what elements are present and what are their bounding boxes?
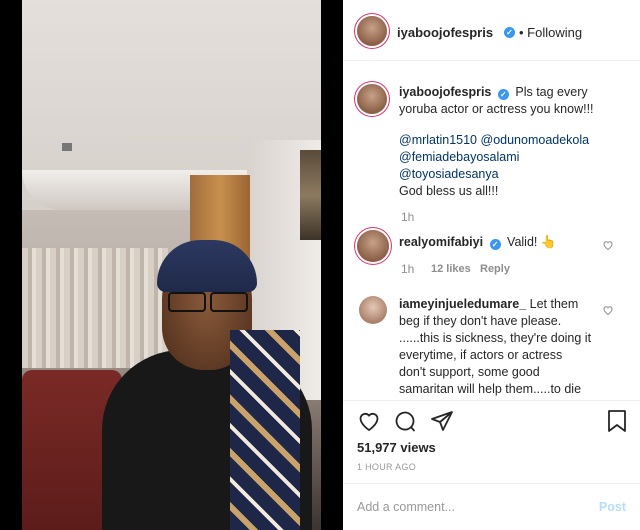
comment-input[interactable]: Add a comment... [357,500,455,514]
commenter-avatar[interactable] [357,230,389,262]
verified-icon: ✓ [497,89,509,100]
comment-text-line: ......this is sickness, they're doing it [399,331,592,345]
caption-line-2: yoruba actor or actress you know!!! [399,102,594,116]
heart-icon[interactable] [357,409,381,433]
post-panel: iyaboojofespris ✓ • Following iyaboojofe… [343,0,640,530]
verified-icon: ✓ [504,27,515,38]
share-icon[interactable] [430,409,454,433]
comment-text-line: Let them [529,297,579,311]
comment-text: Valid! 👆 [507,235,557,249]
following-status[interactable]: • Following [519,25,582,40]
comment-icon[interactable] [393,409,417,433]
ceiling-vent [62,143,72,151]
comment-1: realyomifabiyi ✓ Valid! 👆 [399,234,614,251]
caption-line-1: Pls tag every [515,85,588,99]
comment-text-line: don't support, some good [399,365,540,379]
header-username[interactable]: iyaboojofespris [397,25,493,40]
comment-like-icon[interactable] [602,304,614,316]
bookmark-icon[interactable] [606,409,628,433]
comment-username[interactable]: realyomifabiyi [399,235,483,249]
person [102,240,312,530]
wall-picture [300,150,321,240]
view-count[interactable]: 51,977 views [357,440,436,455]
mention-link[interactable]: @femiadebayosalami [399,150,519,164]
caption-time[interactable]: 1h [401,210,414,224]
header-divider [343,60,640,61]
comment-username[interactable]: iameyinjueledumare_ [399,297,526,311]
mention-link[interactable]: @toyosiadesanya [399,167,499,181]
comment-like-icon[interactable] [602,239,614,251]
caption-mentions: @mrlatin1510 @odunomoadekola @femiadebay… [399,132,634,200]
post-time[interactable]: 1 HOUR AGO [357,462,416,472]
caption-username[interactable]: iyaboojofespris [399,85,491,99]
mention-link[interactable]: @mrlatin1510 [399,133,477,147]
reply-button[interactable]: Reply [480,263,510,275]
caption-closing: God bless us all!!! [399,184,499,198]
comment-time[interactable]: 1h [401,262,414,276]
mention-link[interactable]: @odunomoadekola [481,133,590,147]
post-button[interactable]: Post [599,500,626,514]
commenter-avatar[interactable] [359,296,387,324]
actions-divider [343,400,640,401]
comment-text-line: everytime, if actors or actress [399,348,563,362]
comment-text-line: beg if they don't have please. [399,314,562,328]
comment-likes[interactable]: 12 likes [431,263,471,275]
comment-text-line: samaritan will help them.....to die [399,382,582,396]
post-video[interactable] [22,0,321,530]
verified-icon: ✓ [489,239,501,250]
caption-block: iyaboojofespris ✓ Pls tag every yoruba a… [399,84,634,118]
footer-divider [343,483,640,484]
caption-avatar[interactable] [357,84,387,114]
author-avatar[interactable] [357,16,387,46]
